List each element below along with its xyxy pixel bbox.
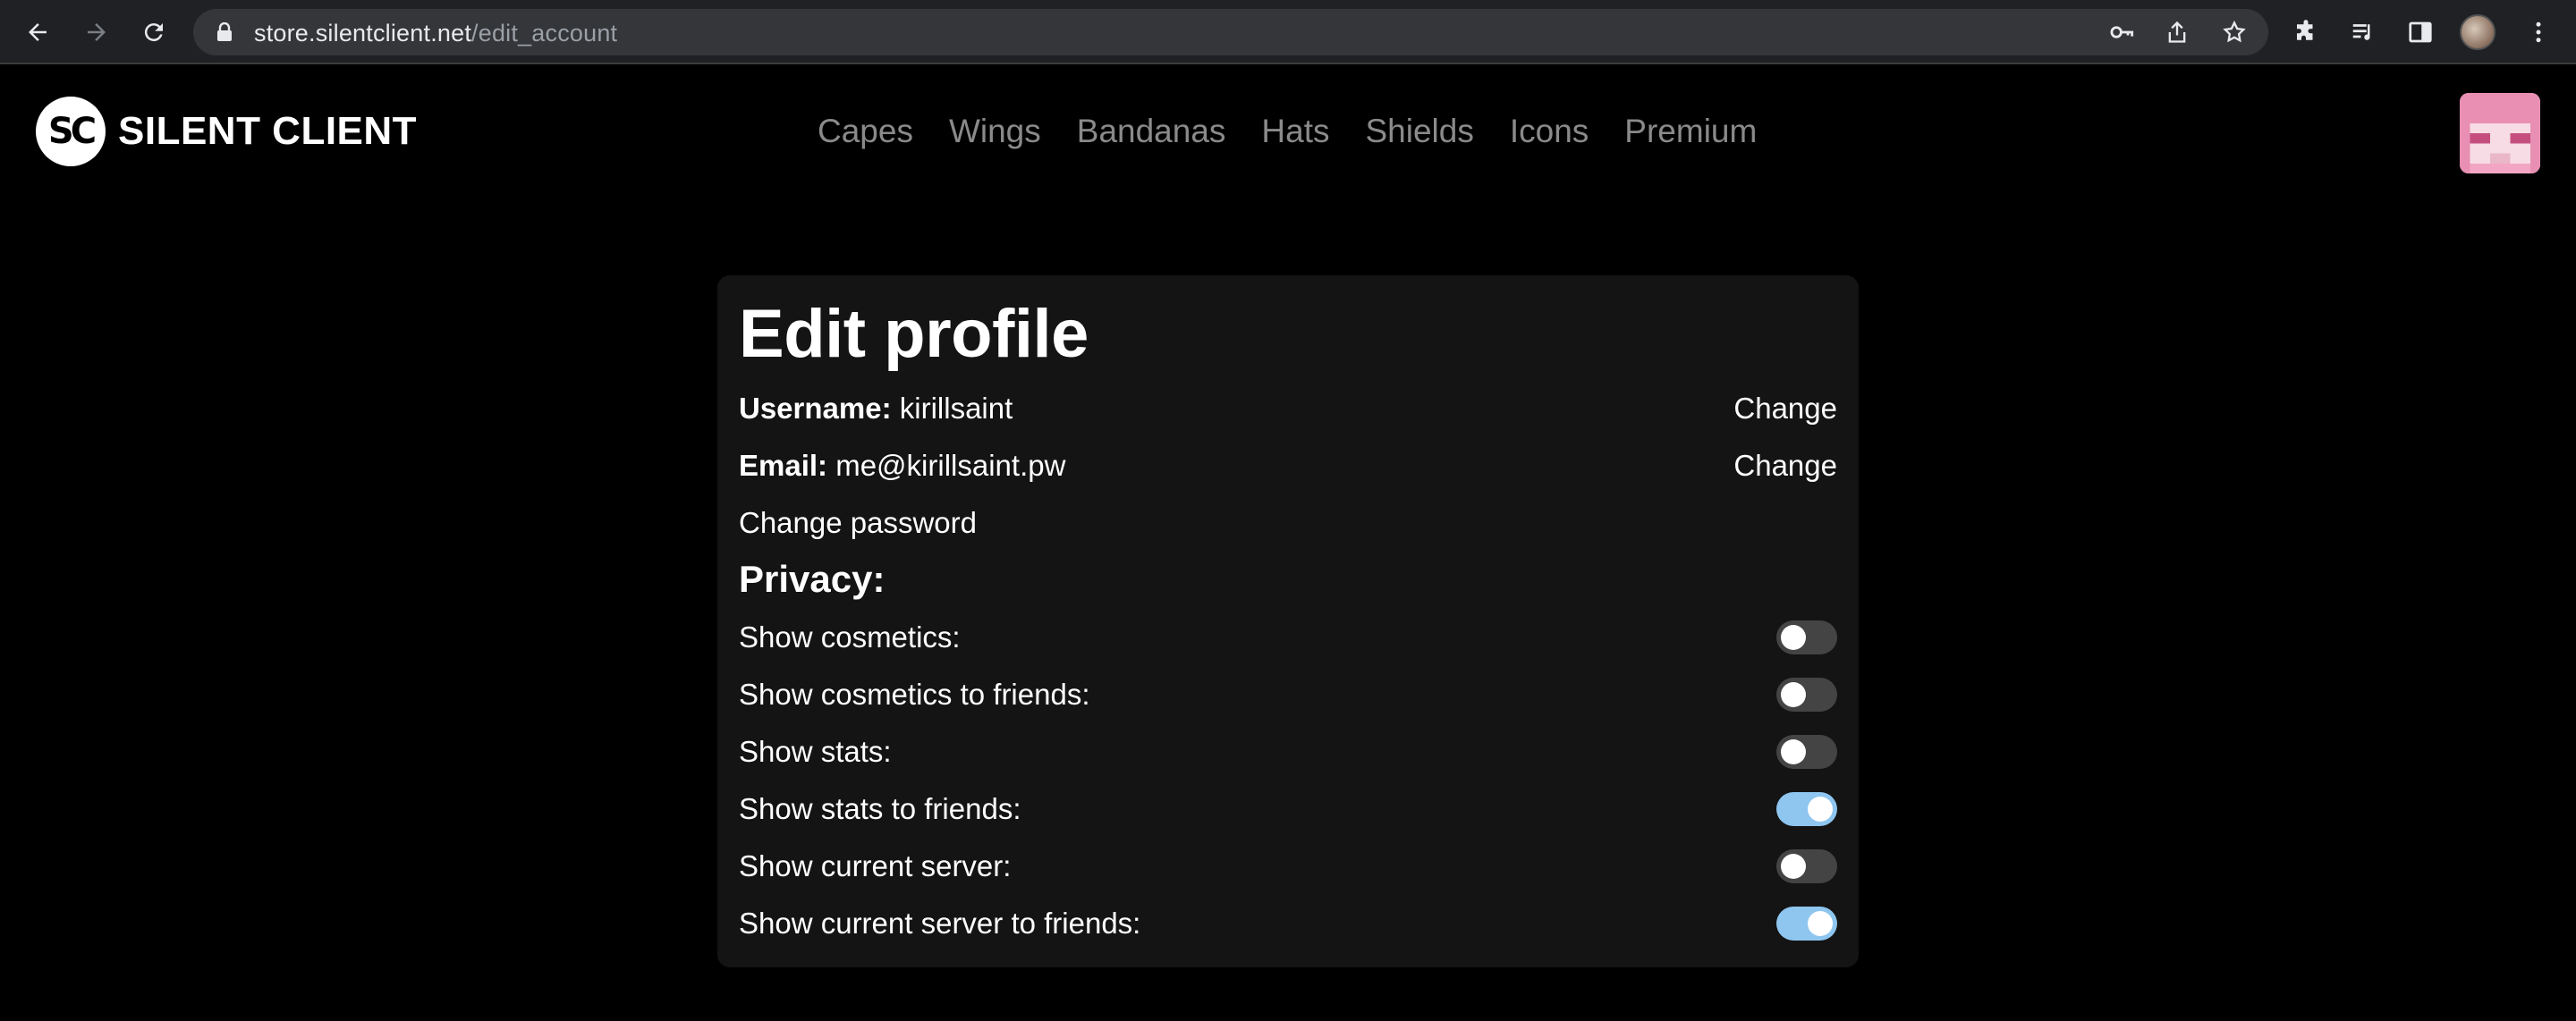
toggle-knob	[1808, 911, 1833, 936]
nav-bandanas[interactable]: Bandanas	[1077, 113, 1226, 150]
back-icon[interactable]	[18, 13, 57, 52]
reload-icon[interactable]	[134, 13, 174, 52]
user-avatar[interactable]	[2460, 93, 2540, 173]
browser-profile-avatar[interactable]	[2460, 14, 2496, 50]
toggle-knob	[1808, 797, 1833, 822]
page-title: Edit profile	[739, 296, 1089, 372]
email-value: me@kirillsaint.pw	[835, 449, 1066, 482]
privacy-label: Show cosmetics to friends:	[739, 678, 1090, 711]
change-email-button[interactable]: Change	[1733, 449, 1837, 483]
privacy-label: Show current server:	[739, 849, 1012, 882]
logo-text: SILENT CLIENT	[118, 109, 418, 153]
nav-shields[interactable]: Shields	[1366, 113, 1474, 150]
show-current-server-to-friends-toggle[interactable]	[1776, 907, 1837, 941]
nav-hats[interactable]: Hats	[1261, 113, 1329, 150]
privacy-row-show-server: Show current server:	[739, 844, 1837, 889]
username-value: kirillsaint	[899, 392, 1013, 425]
show-stats-to-friends-toggle[interactable]	[1776, 792, 1837, 826]
key-icon[interactable]	[2107, 18, 2136, 46]
media-queue-icon[interactable]	[2347, 16, 2379, 48]
email-text: Email: me@kirillsaint.pw	[739, 449, 1065, 483]
toggle-knob	[1781, 739, 1806, 764]
url-path: /edit_account	[471, 20, 618, 46]
toggle-knob	[1781, 854, 1806, 879]
toggle-knob	[1781, 682, 1806, 707]
edit-profile-card: Edit profile Username: kirillsaint Chang…	[717, 275, 1859, 967]
privacy-row-show-stats: Show stats:	[739, 730, 1837, 774]
forward-icon[interactable]	[77, 13, 116, 52]
show-stats-toggle[interactable]	[1776, 735, 1837, 769]
change-password-row: Change password	[739, 501, 1837, 545]
privacy-row-show-cosmetics: Show cosmetics:	[739, 615, 1837, 660]
extensions-icon[interactable]	[2290, 16, 2322, 48]
privacy-row-show-cosmetics-friends: Show cosmetics to friends:	[739, 672, 1837, 717]
side-panel-icon[interactable]	[2404, 16, 2436, 48]
main-nav: Capes Wings Bandanas Hats Shields Icons …	[818, 113, 1757, 150]
show-cosmetics-to-friends-toggle[interactable]	[1776, 678, 1837, 712]
address-bar[interactable]: store.silentclient.net/edit_account	[193, 9, 2268, 55]
email-row: Email: me@kirillsaint.pw Change	[739, 443, 1837, 488]
site-logo[interactable]: SC SILENT CLIENT	[36, 97, 417, 166]
url-text: store.silentclient.net/edit_account	[254, 20, 617, 47]
url-host: store.silentclient.net	[254, 20, 472, 46]
toggle-knob	[1781, 625, 1806, 650]
privacy-row-show-server-friends: Show current server to friends:	[739, 901, 1837, 946]
privacy-label: Show cosmetics:	[739, 620, 961, 654]
show-current-server-toggle[interactable]	[1776, 849, 1837, 883]
change-username-button[interactable]: Change	[1733, 392, 1837, 426]
nav-capes[interactable]: Capes	[818, 113, 913, 150]
show-cosmetics-toggle[interactable]	[1776, 620, 1837, 654]
email-label: Email:	[739, 449, 828, 482]
username-row: Username: kirillsaint Change	[739, 386, 1837, 431]
privacy-row-show-stats-friends: Show stats to friends:	[739, 787, 1837, 831]
privacy-label: Show stats:	[739, 735, 892, 768]
share-icon[interactable]	[2163, 18, 2191, 46]
lock-icon	[216, 21, 233, 42]
nav-wings[interactable]: Wings	[949, 113, 1041, 150]
nav-icons[interactable]: Icons	[1510, 113, 1589, 150]
bookmark-star-icon[interactable]	[2220, 18, 2249, 46]
username-text: Username: kirillsaint	[739, 392, 1013, 426]
site-header: SC SILENT CLIENT Capes Wings Bandanas Ha…	[0, 66, 2576, 209]
browser-toolbar: store.silentclient.net/edit_account	[0, 0, 2576, 64]
privacy-label: Show stats to friends:	[739, 792, 1021, 825]
privacy-heading: Privacy:	[739, 558, 886, 600]
username-label: Username:	[739, 392, 892, 425]
nav-premium[interactable]: Premium	[1624, 113, 1757, 150]
change-password-link[interactable]: Change password	[739, 506, 977, 540]
privacy-label: Show current server to friends:	[739, 907, 1141, 940]
more-menu-icon[interactable]	[2522, 16, 2555, 48]
logo-mark: SC	[36, 97, 106, 166]
